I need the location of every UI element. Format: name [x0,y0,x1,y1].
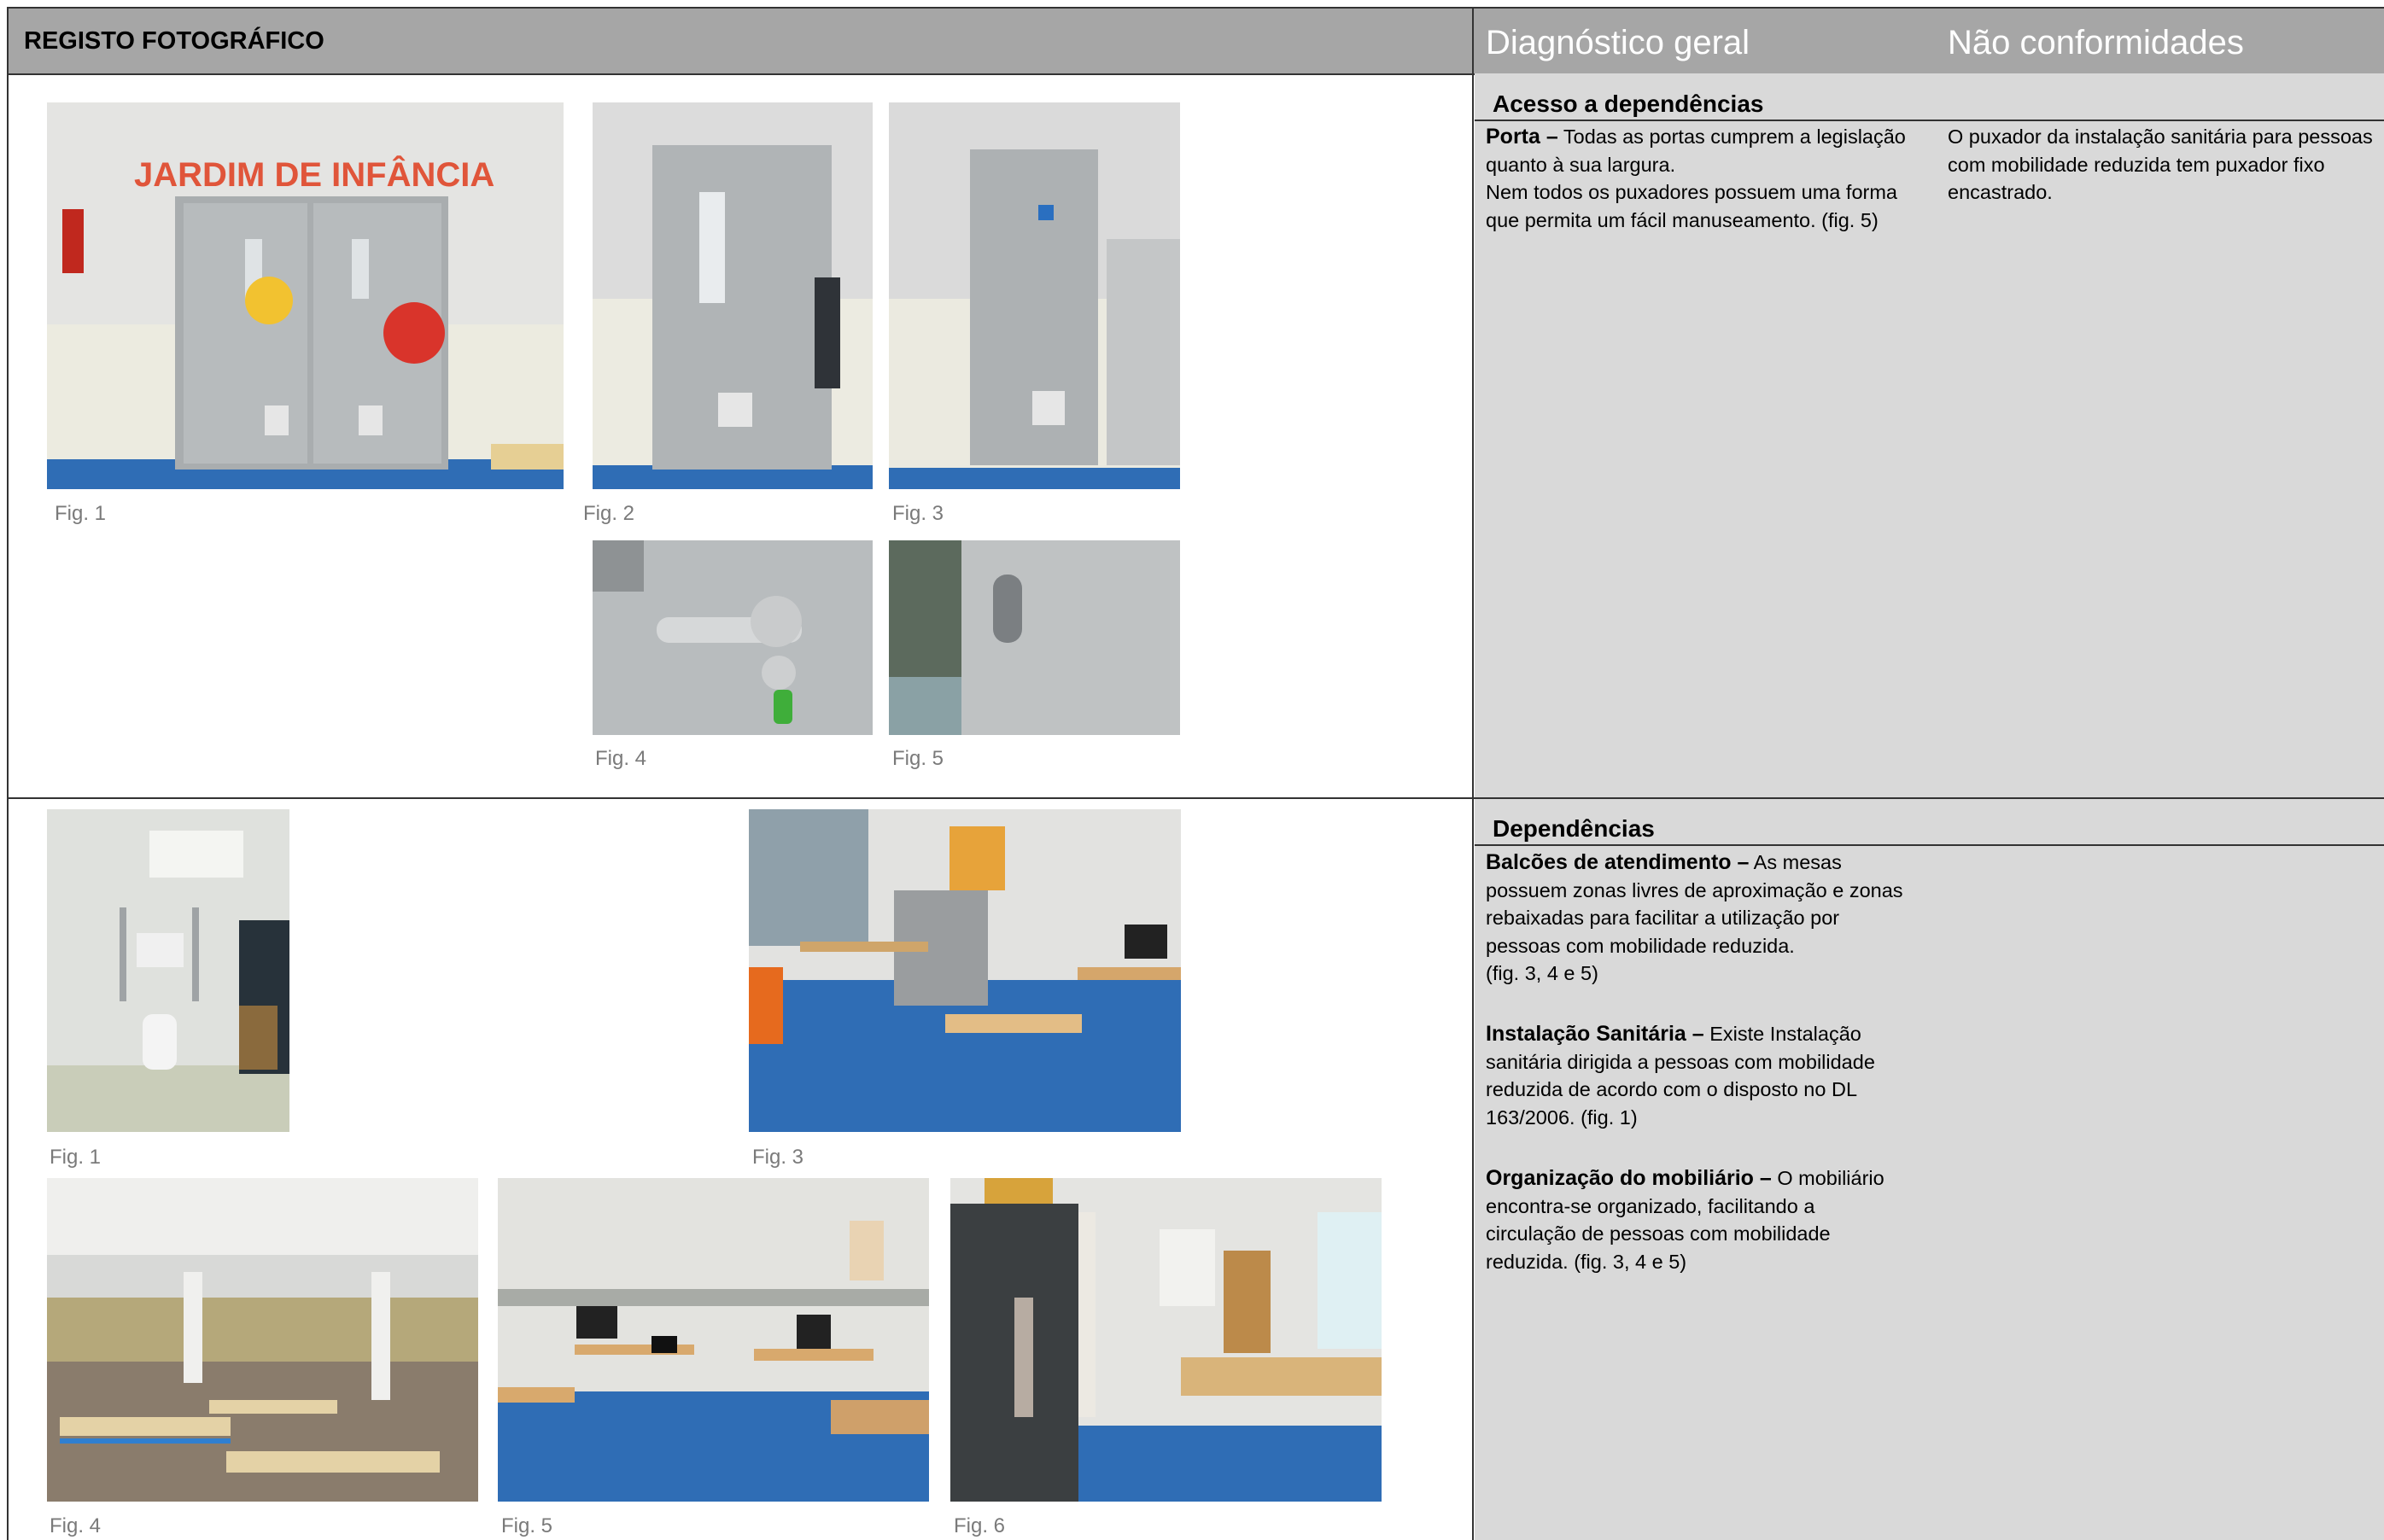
photo-record-header: REGISTO FOTOGRÁFICO [7,7,1474,75]
porta-diagnostico: Porta – Todas as portas cumprem a legisl… [1486,123,1938,234]
s2-caption-fig1: Fig. 1 [50,1146,102,1169]
s1-caption-fig1: Fig. 1 [55,502,107,525]
mobiliario-term: Organização do mobiliário – [1486,1166,1772,1190]
document-page: REGISTO FOTOGRÁFICO Diagnóstico geral Nã… [0,0,2384,1540]
section2-rule [1475,844,2384,846]
diagnostico-heading: Diagnóstico geral [1486,24,1750,61]
photo-classroom [950,1178,1382,1502]
balcoes-dash: – [1731,850,1750,874]
s1-caption-fig2: Fig. 2 [583,502,635,525]
s2-caption-fig5: Fig. 5 [501,1514,553,1537]
s1-caption-fig4: Fig. 4 [595,747,647,770]
photo-recessed-handle [889,540,1180,735]
s1-caption-fig3: Fig. 3 [892,502,944,525]
s2-caption-fig4: Fig. 4 [50,1514,102,1537]
photo-record-title: REGISTO FOTOGRÁFICO [24,27,324,55]
photo-double-door: JARDIM DE INFÂNCIA [47,102,564,489]
balcoes-item: Balcões de atendimento – As mesas possue… [1486,849,1938,988]
s2-caption-fig3: Fig. 3 [752,1146,804,1169]
left-border [7,7,9,1540]
sanitaria-item: Instalação Sanitária – Existe Instalação… [1486,1020,1938,1131]
section1-title: Acesso a dependências [1493,90,1764,117]
porta-term: Porta – [1486,125,1558,149]
mobiliario-item: Organização do mobiliário – O mobiliário… [1486,1164,1938,1275]
photo-accessible-toilet [47,809,289,1132]
photo-single-door [593,102,873,489]
photo-office-desks [749,809,1181,1132]
photo-canteen [47,1178,478,1502]
column-divider [1472,7,1474,1540]
s1-caption-fig5: Fig. 5 [892,747,944,770]
photo-computer-room [498,1178,929,1502]
photo-lever-handle [593,540,873,735]
nao-conformidade-text: O puxador da instalação sanitária para p… [1948,125,2373,203]
door-sign-text: JARDIM DE INFÂNCIA [134,155,494,194]
nao-conformidades-heading: Não conformidades [1948,24,2244,61]
balcoes-term: Balcões de atendimento [1486,850,1732,874]
s2-caption-fig6: Fig. 6 [954,1514,1006,1537]
sanitaria-term: Instalação Sanitária – [1486,1022,1704,1046]
row-divider [7,797,2384,799]
section2-title: Dependências [1493,815,1655,842]
diagnosis-header: Diagnóstico geral Não conformidades [1474,7,2384,75]
photo-sliding-door [889,102,1180,489]
section1-rule [1475,120,2384,121]
